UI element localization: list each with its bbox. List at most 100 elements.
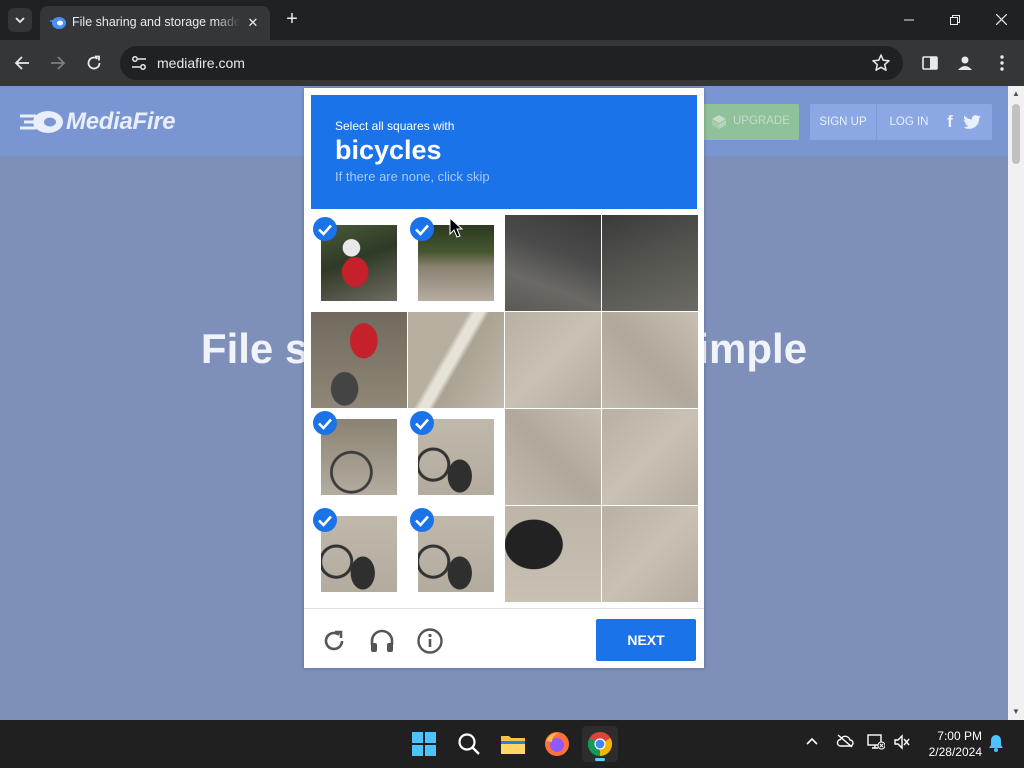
windows-logo-icon — [412, 732, 436, 756]
volume-tray-icon[interactable] — [892, 734, 912, 754]
scroll-up-arrow[interactable]: ▲ — [1008, 86, 1024, 102]
page-viewport: MediaFire UPGRADE SIGN UP LOG IN f File … — [0, 86, 1024, 720]
active-app-indicator — [595, 758, 605, 761]
chrome-icon — [587, 732, 613, 756]
network-tray-icon[interactable] — [866, 734, 886, 754]
captcha-instruction: Select all squares with — [335, 119, 455, 133]
tab-strip: File sharing and storage made simple ✕ + — [0, 0, 1024, 40]
cloud-offline-icon — [836, 734, 854, 748]
chevron-down-icon — [15, 17, 25, 24]
info-icon[interactable] — [416, 627, 444, 655]
signup-button[interactable]: SIGN UP — [810, 104, 877, 140]
minimize-icon — [904, 19, 914, 21]
firefox-icon — [545, 732, 569, 756]
mouse-pointer-icon — [449, 217, 463, 238]
bookmark-star-icon[interactable] — [871, 53, 891, 73]
volume-muted-icon — [894, 734, 910, 750]
captcha-tile[interactable] — [505, 506, 601, 602]
page-scrollbar[interactable]: ▲ ▼ — [1008, 86, 1024, 720]
captcha-tile[interactable] — [505, 312, 601, 408]
search-icon — [458, 733, 480, 755]
side-panel-icon[interactable] — [919, 52, 941, 74]
reload-icon — [87, 55, 101, 70]
minimize-button[interactable] — [886, 0, 932, 40]
browser-toolbar: mediafire.com — [0, 40, 1024, 86]
captcha-header: Select all squares with bicycles If ther… — [311, 95, 697, 209]
reload-button[interactable] — [81, 50, 107, 76]
forward-button[interactable] — [45, 50, 71, 76]
captcha-tile[interactable] — [505, 215, 601, 311]
show-hidden-icons-button[interactable] — [802, 734, 822, 754]
captcha-challenge: Select all squares with bicycles If ther… — [304, 88, 704, 668]
chrome-button[interactable] — [582, 726, 618, 762]
twitter-icon[interactable] — [964, 113, 982, 131]
file-explorer-button[interactable] — [495, 726, 531, 762]
captcha-tile-selected[interactable] — [408, 409, 504, 505]
site-info-icon[interactable] — [128, 52, 150, 74]
captcha-tile[interactable] — [311, 312, 407, 408]
new-tab-button[interactable]: + — [280, 8, 304, 32]
captcha-tile-selected[interactable] — [311, 409, 407, 505]
captcha-footer: NEXT — [304, 608, 704, 668]
captcha-image-grid — [311, 215, 698, 602]
clock-date: 2/28/2024 — [928, 745, 982, 759]
tab-title: File sharing and storage made simple — [72, 15, 240, 29]
scroll-thumb[interactable] — [1012, 104, 1020, 164]
back-arrow-icon — [14, 56, 29, 70]
notifications-button[interactable] — [986, 734, 1006, 754]
clock-time: 7:00 PM — [937, 729, 982, 743]
captcha-tile[interactable] — [602, 215, 698, 311]
address-bar[interactable]: mediafire.com — [120, 46, 903, 80]
logo-text: MediaFire — [66, 108, 176, 135]
captcha-target-word: bicycles — [335, 135, 442, 165]
checkmark-icon — [313, 508, 337, 532]
facebook-icon[interactable]: f — [941, 113, 959, 131]
checkmark-icon — [410, 217, 434, 241]
tab-search-button[interactable] — [8, 8, 32, 32]
captcha-tile-selected[interactable] — [311, 215, 407, 311]
taskbar: 7:00 PM 2/28/2024 — [0, 720, 1024, 768]
scroll-down-arrow[interactable]: ▼ — [1008, 704, 1024, 720]
reload-challenge-icon[interactable] — [320, 627, 348, 655]
checkmark-icon — [313, 411, 337, 435]
mediafire-logo[interactable]: MediaFire — [20, 108, 195, 138]
browser-tab-active[interactable]: File sharing and storage made simple ✕ — [40, 6, 270, 40]
captcha-tile[interactable] — [602, 312, 698, 408]
login-button[interactable]: LOG IN — [878, 104, 940, 140]
restore-icon — [950, 15, 960, 25]
captcha-tile[interactable] — [505, 409, 601, 505]
start-button[interactable] — [406, 726, 442, 762]
taskbar-search-button[interactable] — [451, 726, 487, 762]
captcha-tile-selected[interactable] — [408, 506, 504, 602]
mediafire-flame-icon — [20, 111, 63, 133]
checkmark-icon — [410, 508, 434, 532]
folder-icon — [501, 736, 525, 754]
checkmark-icon — [410, 411, 434, 435]
taskbar-clock[interactable]: 7:00 PM 2/28/2024 — [912, 728, 982, 760]
captcha-tile[interactable] — [602, 506, 698, 602]
mediafire-favicon-icon — [50, 17, 66, 29]
upgrade-button[interactable]: UPGRADE — [703, 104, 799, 140]
close-icon — [995, 13, 1007, 26]
back-button[interactable] — [9, 50, 35, 76]
captcha-tile[interactable] — [602, 409, 698, 505]
chevron-up-icon — [806, 737, 818, 745]
network-disconnected-icon — [867, 734, 886, 750]
auth-buttons: SIGN UP LOG IN f — [810, 104, 992, 140]
profile-icon[interactable] — [954, 52, 976, 74]
captcha-tile[interactable] — [408, 312, 504, 408]
checkmark-icon — [313, 217, 337, 241]
tab-close-icon[interactable]: ✕ — [244, 14, 262, 32]
firefox-button[interactable] — [539, 726, 575, 762]
url-text[interactable]: mediafire.com — [157, 55, 245, 71]
upgrade-label: UPGRADE — [733, 115, 790, 127]
restore-button[interactable] — [932, 0, 978, 40]
audio-challenge-icon[interactable] — [368, 627, 396, 655]
forward-arrow-icon — [51, 56, 66, 70]
captcha-tile-selected[interactable] — [311, 506, 407, 602]
close-window-button[interactable] — [978, 0, 1024, 40]
upgrade-box-icon — [712, 115, 726, 129]
more-menu-icon[interactable] — [991, 52, 1013, 74]
next-button[interactable]: NEXT — [596, 619, 696, 661]
onedrive-tray-icon[interactable] — [835, 734, 855, 754]
